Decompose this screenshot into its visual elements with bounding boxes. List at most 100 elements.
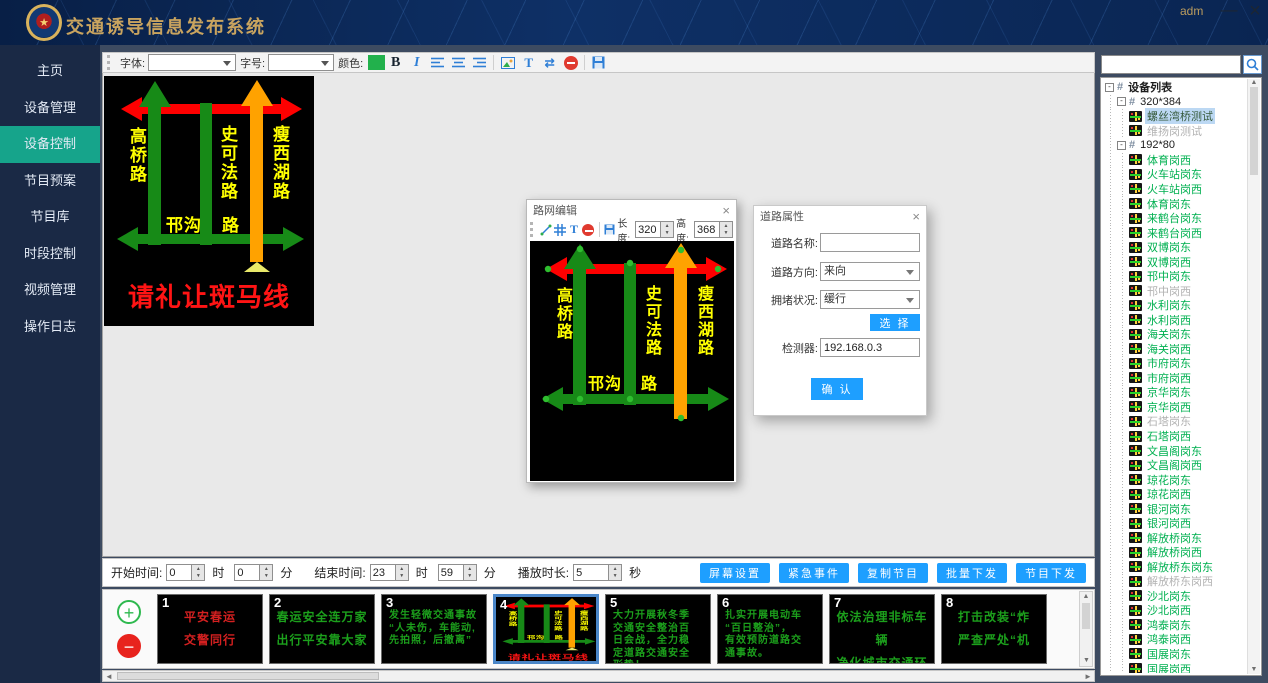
end-minute-input[interactable] [438,564,464,581]
start-minute-input[interactable] [234,564,260,581]
start-hour-input[interactable] [166,564,192,581]
tree-node-device[interactable]: 火车站岗东 [1103,167,1246,182]
spinner-arrows[interactable]: ▲▼ [609,564,622,581]
scroll-right-arrow[interactable]: ► [1082,672,1094,681]
align-left-icon[interactable] [428,54,447,71]
spinner-arrows[interactable]: ▲▼ [260,564,273,581]
scroll-up-arrow[interactable]: ▲ [1083,593,1090,600]
color-swatch[interactable] [368,55,385,70]
tree-node-device[interactable]: 体育岗西 [1103,153,1246,168]
align-right-icon[interactable] [470,54,489,71]
tree-node-device[interactable]: 石塔岗东 [1103,414,1246,429]
delete-icon[interactable] [561,54,580,71]
tree-node-device[interactable]: 国展岗东 [1103,647,1246,662]
sidebar-item[interactable]: 设备管理 [0,90,100,127]
tree-node-device[interactable]: 解放桥岗东 [1103,530,1246,545]
scrollbar-thumb[interactable] [1082,603,1090,629]
tree-node-device[interactable]: 石塔岗西 [1103,429,1246,444]
network-editor-canvas[interactable]: 高桥路 史可法路 瘦西湖路 邗沟 路 [530,241,734,481]
length-input[interactable] [635,221,661,238]
schedule-action-button[interactable]: 紧急事件 [779,563,849,583]
congestion-select[interactable]: 缓行 [820,290,920,309]
insert-image-icon[interactable] [498,54,517,71]
tree-node-group[interactable]: -#320*384 [1103,95,1246,110]
close-button[interactable]: × [1244,0,1266,23]
spinner-arrows[interactable]: ▲▼ [720,221,733,238]
save-icon[interactable] [589,54,608,71]
tree-node-device[interactable]: 京华岗东 [1103,385,1246,400]
spinner-arrows[interactable]: ▲▼ [464,564,477,581]
font-size-select[interactable] [268,54,334,71]
tree-node-device[interactable]: 沙北岗西 [1103,603,1246,618]
tree-node-device[interactable]: 水利岗西 [1103,313,1246,328]
tree-node-device[interactable]: 国展岗西 [1103,661,1246,673]
device-search-button[interactable] [1243,55,1262,74]
delete-icon[interactable] [582,222,594,237]
road-properties-titlebar[interactable]: 道路属性 × [754,206,926,226]
save-icon[interactable] [604,222,615,237]
tree-vertical-scrollbar[interactable]: ▲▼ [1247,79,1260,674]
playlist-item-4[interactable]: 4 高桥路 史可法路 瘦西湖路 邗沟 路 请礼让斑马线 [493,594,599,664]
tree-node-device[interactable]: 邗中岗西 [1103,283,1246,298]
bold-icon[interactable]: B [386,54,405,71]
sidebar-item[interactable]: 视频管理 [0,272,100,309]
tree-node-device[interactable]: 琼花岗西 [1103,487,1246,502]
tree-node-device[interactable]: 文昌阁岗西 [1103,458,1246,473]
sidebar-item[interactable]: 主页 [0,53,100,90]
playlist-item-3[interactable]: 3发生轻微交通事故“人未伤，车能动,先拍照，后撤离” [381,594,487,664]
tree-node-device[interactable]: 沙北岗东 [1103,589,1246,604]
tree-node-device[interactable]: 文昌阁岗东 [1103,443,1246,458]
tree-node-device[interactable]: 银河岗西 [1103,516,1246,531]
draw-line-icon[interactable] [540,222,552,237]
tree-node-group[interactable]: -#192*80 [1103,138,1246,153]
horizontal-scrollbar[interactable]: ◄ ► [102,670,1095,682]
insert-text-icon[interactable]: T [519,54,538,71]
align-center-icon[interactable] [449,54,468,71]
schedule-action-button[interactable]: 节目下发 [1016,563,1086,583]
remove-program-button[interactable]: − [117,634,141,658]
tree-node-device[interactable]: 鸿泰岗东 [1103,618,1246,633]
tree-node-device[interactable]: 螺丝湾桥测试 [1103,109,1246,124]
tree-node-device[interactable]: 体育岗东 [1103,196,1246,211]
tree-node-device[interactable]: 海关岗西 [1103,342,1246,357]
sidebar-item[interactable]: 设备控制 [0,126,100,163]
tree-node-device[interactable]: 解放桥东岗西 [1103,574,1246,589]
confirm-button[interactable]: 确 认 [811,378,863,400]
end-hour-input[interactable] [370,564,396,581]
road-direction-select[interactable]: 来向 [820,262,920,281]
spinner-arrows[interactable]: ▲▼ [396,564,409,581]
sidebar-item[interactable]: 时段控制 [0,236,100,273]
italic-icon[interactable]: I [407,54,426,71]
collapse-toggle[interactable]: - [1117,97,1126,106]
sign-panel[interactable]: 高桥路 史可法路 瘦西湖路 邗沟 路 请礼让斑马线 [104,76,314,326]
scroll-down-arrow[interactable]: ▼ [1083,656,1090,665]
close-icon[interactable]: × [912,209,920,224]
playlist-item-7[interactable]: 7依法治理非标车辆净化城市交通环境 [829,594,935,664]
scroll-text-icon[interactable]: ⇄ [540,54,559,71]
playlist-item-1[interactable]: 1平安春运交警同行 [157,594,263,664]
tree-node-device[interactable]: 银河岗东 [1103,501,1246,516]
tree-node-device[interactable]: 来鹤台岗西 [1103,225,1246,240]
tree-node-device[interactable]: 琼花岗东 [1103,472,1246,487]
tree-node-device[interactable]: 鸿泰岗西 [1103,632,1246,647]
collapse-toggle[interactable]: - [1105,83,1114,92]
scroll-up-arrow[interactable]: ▲ [1251,79,1258,86]
tree-node-device[interactable]: 市府岗西 [1103,371,1246,386]
tree-node-device[interactable]: 双博岗西 [1103,254,1246,269]
font-select[interactable] [148,54,236,71]
playlist-item-5[interactable]: 5大力开展秋冬季交通安全整治百日会战，全力稳定道路交通安全形势！ [605,594,711,664]
tree-node-device[interactable]: 市府岗东 [1103,356,1246,371]
playlist-vertical-scrollbar[interactable]: ▲▼ [1079,591,1093,667]
close-icon[interactable]: × [722,203,730,218]
add-program-button[interactable]: + [117,600,141,624]
add-text-icon[interactable]: T [568,222,579,237]
draw-road-icon[interactable] [554,222,566,237]
tree-node-root[interactable]: -#设备列表 [1103,80,1246,95]
schedule-action-button[interactable]: 批量下发 [937,563,1007,583]
tree-node-device[interactable]: 解放桥岗西 [1103,545,1246,560]
tree-node-device[interactable]: 来鹤台岗东 [1103,211,1246,226]
scroll-left-arrow[interactable]: ◄ [103,672,115,681]
collapse-toggle[interactable]: - [1117,141,1126,150]
tree-node-device[interactable]: 海关岗东 [1103,327,1246,342]
tree-node-device[interactable]: 京华岗西 [1103,400,1246,415]
